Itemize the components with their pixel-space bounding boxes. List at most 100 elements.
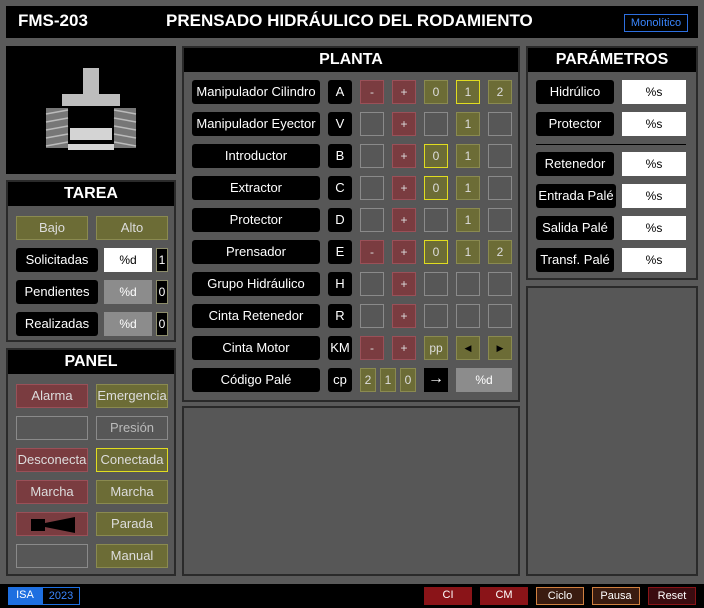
param-divider — [536, 144, 686, 145]
parametros-header: PARÁMETROS — [528, 48, 696, 72]
pp-button[interactable]: pp — [424, 336, 448, 360]
desconecta-button[interactable]: Desconecta — [16, 448, 88, 472]
empty-cell — [424, 304, 448, 328]
pendientes-count: 0 — [156, 280, 168, 304]
caret-right-icon: ▶ — [496, 343, 504, 353]
state-1-button[interactable]: 1 — [456, 112, 480, 136]
planta-row-label: Cinta Motor — [192, 336, 320, 360]
conectada-button[interactable]: Conectada — [96, 448, 168, 472]
param-value-transf[interactable]: %s — [622, 248, 686, 272]
state-1-button[interactable]: 1 — [456, 80, 480, 104]
alto-button[interactable]: Alto — [96, 216, 168, 240]
pendientes-label: Pendientes — [16, 280, 98, 304]
panel-header: PANEL — [8, 350, 174, 374]
realizadas-count: 0 — [156, 312, 168, 336]
minus-button[interactable]: - — [360, 240, 384, 264]
planta-row-label: Manipulador Eyector — [192, 112, 320, 136]
marcha-button[interactable]: Marcha — [96, 480, 168, 504]
param-value-hidrulico[interactable]: %s — [622, 80, 686, 104]
param-label-entrada: Entrada Palé — [536, 184, 616, 208]
state-2-button[interactable]: 2 — [488, 240, 512, 264]
planta-row-key: V — [328, 112, 352, 136]
pendientes-value: %d — [104, 280, 152, 304]
empty-cell — [360, 304, 384, 328]
state-2-button[interactable]: 2 — [488, 80, 512, 104]
plus-button[interactable]: + — [392, 112, 416, 136]
plus-button[interactable]: + — [392, 80, 416, 104]
state-0-button[interactable]: 0 — [424, 80, 448, 104]
param-value-retenedor[interactable]: %s — [622, 152, 686, 176]
plus-button[interactable]: + — [392, 336, 416, 360]
empty-slot — [16, 416, 88, 440]
manual-button[interactable]: Manual — [96, 544, 168, 568]
state-1-button[interactable]: 1 — [456, 176, 480, 200]
code-digit-1[interactable]: 1 — [380, 368, 396, 392]
state-0-button[interactable]: 0 — [424, 176, 448, 200]
empty-cell — [488, 208, 512, 232]
param-label-retenedor: Retenedor — [536, 152, 614, 176]
pausa-button[interactable]: Pausa — [592, 587, 640, 605]
ci-button[interactable]: CI — [424, 587, 472, 605]
planta-row-label: Código Palé — [192, 368, 320, 392]
planta-header: PLANTA — [184, 48, 518, 72]
state-0-button[interactable]: 0 — [424, 240, 448, 264]
empty-cell — [424, 208, 448, 232]
plus-button[interactable]: + — [392, 176, 416, 200]
alarma-button[interactable]: Alarma — [16, 384, 88, 408]
planta-row-key: C — [328, 176, 352, 200]
hammer-button[interactable] — [16, 512, 88, 536]
planta-row-label: Grupo Hidráulico — [192, 272, 320, 296]
parametros-panel: PARÁMETROS Hidrúlico %s Protector %s Ret… — [526, 46, 698, 280]
right-arrow-button[interactable]: ▶ — [488, 336, 512, 360]
planta-row-key: R — [328, 304, 352, 328]
planta-row-label: Manipulador Cilindro — [192, 80, 320, 104]
left-arrow-button[interactable]: ◀ — [456, 336, 480, 360]
emergencia-button[interactable]: Emergencia — [96, 384, 168, 408]
empty-cell — [360, 272, 384, 296]
planta-row-label: Prensador — [192, 240, 320, 264]
machine-code: FMS-203 — [18, 11, 88, 30]
realizadas-value: %d — [104, 312, 152, 336]
state-1-button[interactable]: 1 — [456, 208, 480, 232]
param-value-protector[interactable]: %s — [622, 112, 686, 136]
empty-cell — [488, 272, 512, 296]
planta-row-key: H — [328, 272, 352, 296]
send-arrow-button[interactable]: → — [424, 368, 448, 392]
bajo-button[interactable]: Bajo — [16, 216, 88, 240]
code-digit-2[interactable]: 2 — [360, 368, 376, 392]
parametros-empty-area — [526, 286, 698, 576]
tarea-panel: TAREA Bajo Alto Solicitadas %d 1 Pendien… — [6, 180, 176, 342]
minus-button[interactable]: - — [360, 336, 384, 360]
solicitadas-value[interactable]: %d — [104, 248, 152, 272]
minus-button[interactable]: - — [360, 80, 384, 104]
title-bar: FMS-203 PRENSADO HIDRÁULICO DEL RODAMIEN… — [6, 6, 698, 38]
plus-button[interactable]: + — [392, 144, 416, 168]
plus-button[interactable]: + — [392, 272, 416, 296]
ciclo-button[interactable]: Ciclo — [536, 587, 584, 605]
parada-button[interactable]: Parada — [96, 512, 168, 536]
mode-button[interactable]: Monolítico — [624, 14, 688, 32]
state-1-button[interactable]: 1 — [456, 144, 480, 168]
param-value-salida[interactable]: %s — [622, 216, 686, 240]
cm-button[interactable]: CM — [480, 587, 528, 605]
planta-row-key: B — [328, 144, 352, 168]
code-digit-0[interactable]: 0 — [400, 368, 416, 392]
empty-cell — [488, 176, 512, 200]
plus-button[interactable]: + — [392, 208, 416, 232]
planta-row-label: Extractor — [192, 176, 320, 200]
panel-panel: PANEL Alarma Emergencia Presión Desconec… — [6, 348, 176, 576]
param-label-transf: Transf. Palé — [536, 248, 614, 272]
plus-button[interactable]: + — [392, 304, 416, 328]
machine-image — [6, 46, 176, 174]
plus-button[interactable]: + — [392, 240, 416, 264]
state-1-button[interactable]: 1 — [456, 240, 480, 264]
empty-cell — [360, 144, 384, 168]
planta-row-key: D — [328, 208, 352, 232]
reset-button[interactable]: Reset — [648, 587, 696, 605]
marcha-red-button[interactable]: Marcha — [16, 480, 88, 504]
state-0-button[interactable]: 0 — [424, 144, 448, 168]
param-value-entrada[interactable]: %s — [622, 184, 686, 208]
param-label-protector: Protector — [536, 112, 614, 136]
empty-cell — [456, 272, 480, 296]
empty-cell — [488, 304, 512, 328]
